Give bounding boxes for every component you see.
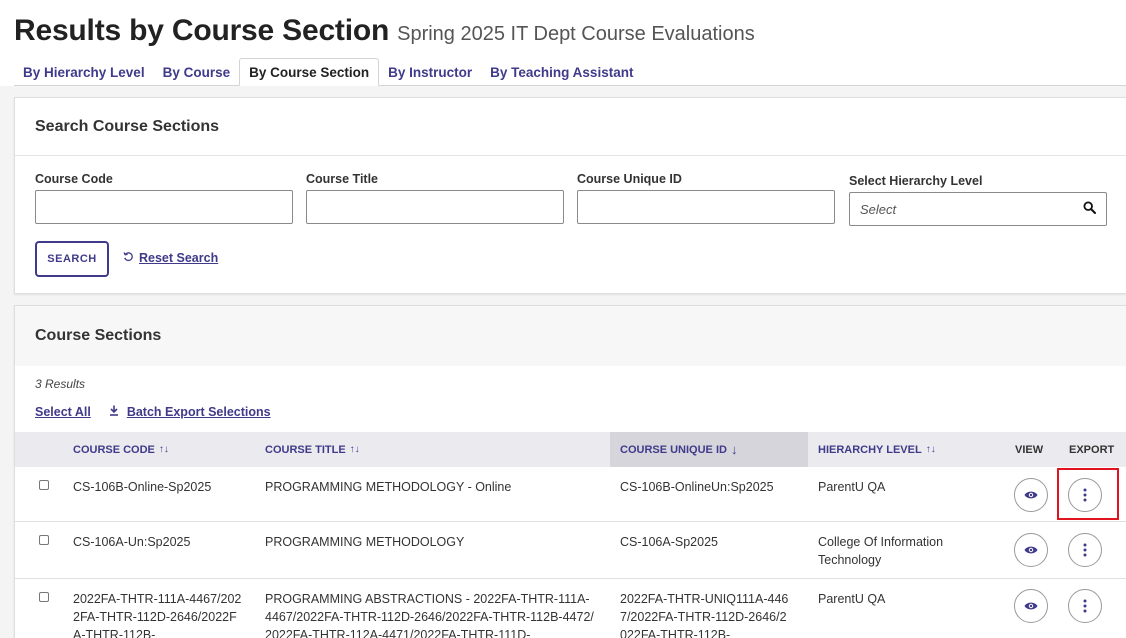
search-panel-title: Search Course Sections bbox=[15, 98, 1126, 156]
column-header-course-unique-id[interactable]: COURSE UNIQUE ID ↓ bbox=[610, 432, 808, 467]
download-icon bbox=[109, 405, 119, 419]
course-unique-id-label: Course Unique ID bbox=[577, 172, 682, 186]
cell-course-unique-id: 2022FA-THTR-UNIQ111A-4467/2022FA-THTR-11… bbox=[620, 592, 789, 638]
search-icon[interactable] bbox=[1083, 201, 1096, 217]
course-unique-id-field-group: Course Unique ID bbox=[577, 172, 835, 224]
search-panel: Search Course Sections Course Code Cours… bbox=[14, 97, 1126, 294]
cell-course-code: 2022FA-THTR-111A-4467/2022FA-THTR-112D-2… bbox=[73, 592, 242, 638]
cell-course-code: CS-106B-Online-Sp2025 bbox=[73, 480, 212, 494]
sort-icon: ↑↓ bbox=[349, 444, 360, 455]
select-all-link[interactable]: Select All bbox=[35, 405, 91, 419]
page-subtitle: Spring 2025 IT Dept Course Evaluations bbox=[397, 23, 755, 45]
export-menu-button[interactable] bbox=[1068, 478, 1102, 512]
course-code-input[interactable] bbox=[35, 190, 293, 224]
column-header-hierarchy-level[interactable]: HIERARCHY LEVEL ↑↓ bbox=[818, 432, 936, 467]
sort-descending-icon: ↓ bbox=[730, 442, 738, 457]
sort-icon: ↑↓ bbox=[158, 444, 169, 455]
course-title-label: Course Title bbox=[306, 172, 379, 186]
eye-icon bbox=[1024, 491, 1038, 499]
course-code-field-group: Course Code bbox=[35, 172, 293, 224]
column-header-export: EXPORT bbox=[1069, 443, 1115, 456]
result-count: 3 Results bbox=[35, 377, 86, 391]
tab-by-hierarchy-level[interactable]: By Hierarchy Level bbox=[14, 58, 154, 86]
more-vertical-icon bbox=[1083, 488, 1087, 502]
column-header-course-code[interactable]: COURSE CODE ↑↓ bbox=[73, 432, 169, 467]
row-checkbox[interactable] bbox=[39, 592, 49, 602]
search-button[interactable]: SEARCH bbox=[35, 241, 109, 277]
hierarchy-level-select[interactable]: Select bbox=[849, 192, 1107, 226]
column-header-hierarchy-level-label: HIERARCHY LEVEL bbox=[818, 443, 922, 456]
column-header-course-title-label: COURSE TITLE bbox=[265, 443, 346, 456]
reset-search-link[interactable]: Reset Search bbox=[123, 251, 218, 265]
course-title-field-group: Course Title bbox=[306, 172, 564, 224]
cell-course-unique-id: CS-106B-OnlineUn:Sp2025 bbox=[620, 480, 774, 494]
cell-hierarchy-level: ParentU QA bbox=[818, 592, 886, 606]
hierarchy-level-label: Select Hierarchy Level bbox=[849, 174, 983, 188]
eye-icon bbox=[1024, 602, 1038, 610]
course-code-label: Course Code bbox=[35, 172, 113, 186]
column-header-course-code-label: COURSE CODE bbox=[73, 443, 155, 456]
table-row: CS-106A-Un:Sp2025 PROGRAMMING METHODOLOG… bbox=[15, 522, 1126, 579]
row-checkbox[interactable] bbox=[39, 480, 49, 490]
batch-export-link[interactable]: Batch Export Selections bbox=[109, 405, 271, 419]
view-button[interactable] bbox=[1014, 533, 1048, 567]
tab-by-instructor[interactable]: By Instructor bbox=[379, 58, 481, 86]
tab-by-teaching-assistant[interactable]: By Teaching Assistant bbox=[481, 58, 642, 86]
row-checkbox[interactable] bbox=[39, 535, 49, 545]
column-header-course-unique-id-label: COURSE UNIQUE ID bbox=[620, 443, 727, 456]
cell-course-code: CS-106A-Un:Sp2025 bbox=[73, 535, 191, 549]
view-button[interactable] bbox=[1014, 589, 1048, 623]
hierarchy-level-placeholder: Select bbox=[860, 201, 897, 217]
cell-course-title: PROGRAMMING METHODOLOGY bbox=[265, 535, 465, 549]
table-row: 2022FA-THTR-111A-4467/2022FA-THTR-112D-2… bbox=[15, 579, 1126, 638]
table-header: COURSE CODE ↑↓ COURSE TITLE ↑↓ COURSE UN… bbox=[15, 432, 1126, 467]
column-header-view: VIEW bbox=[1015, 443, 1044, 456]
sort-icon: ↑↓ bbox=[925, 444, 936, 455]
cell-hierarchy-level: College Of Information Technology bbox=[818, 535, 944, 567]
eye-icon bbox=[1024, 546, 1038, 554]
column-header-course-title[interactable]: COURSE TITLE ↑↓ bbox=[265, 432, 360, 467]
export-menu-button[interactable] bbox=[1068, 589, 1102, 623]
tab-by-course-section[interactable]: By Course Section bbox=[239, 58, 380, 86]
cell-hierarchy-level: ParentU QA bbox=[818, 480, 886, 494]
tab-by-course[interactable]: By Course bbox=[154, 58, 240, 86]
report-tabs: By Hierarchy Level By Course By Course S… bbox=[14, 58, 1126, 86]
page-header: Results by Course Section Spring 2025 IT… bbox=[14, 14, 755, 48]
course-unique-id-input[interactable] bbox=[577, 190, 835, 224]
course-sections-title: Course Sections bbox=[15, 306, 1126, 366]
course-title-input[interactable] bbox=[306, 190, 564, 224]
hierarchy-level-field-group: Select Hierarchy Level Select bbox=[849, 174, 1107, 226]
cell-course-title: PROGRAMMING METHODOLOGY - Online bbox=[265, 480, 512, 494]
bulk-actions: Select All Batch Export Selections bbox=[35, 405, 271, 419]
view-button[interactable] bbox=[1014, 478, 1048, 512]
course-sections-panel: Course Sections 3 Results Select All Bat… bbox=[14, 305, 1126, 638]
page-title: Results by Course Section bbox=[14, 14, 390, 47]
batch-export-label: Batch Export Selections bbox=[126, 405, 271, 419]
reset-icon bbox=[123, 251, 134, 265]
reset-search-label: Reset Search bbox=[139, 251, 219, 265]
more-vertical-icon bbox=[1083, 543, 1087, 557]
export-menu-button[interactable] bbox=[1068, 533, 1102, 567]
cell-course-title: PROGRAMMING ABSTRACTIONS - 2022FA-THTR-1… bbox=[265, 592, 594, 638]
cell-course-unique-id: CS-106A-Sp2025 bbox=[620, 535, 718, 549]
table-row: CS-106B-Online-Sp2025 PROGRAMMING METHOD… bbox=[15, 467, 1126, 522]
more-vertical-icon bbox=[1083, 599, 1087, 613]
